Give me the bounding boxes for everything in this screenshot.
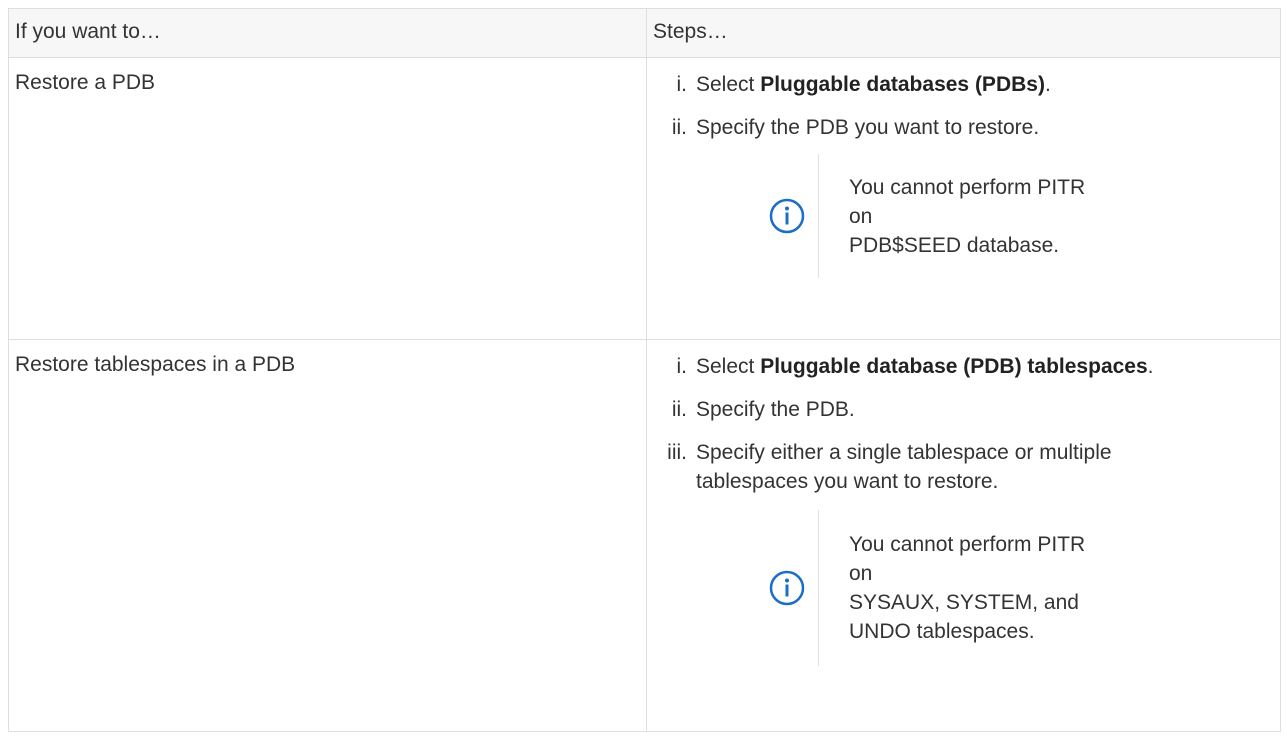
header-goal: If you want to… — [8, 8, 647, 58]
step-item: ii. Specify the PDB. — [647, 395, 1280, 424]
note-admonition: You cannot perform PITR on SYSAUX, SYSTE… — [715, 510, 1280, 666]
goal-cell: Restore tablespaces in a PDB — [8, 339, 647, 732]
option-name: Pluggable databases (PDBs) — [760, 73, 1045, 96]
step-text: Specify either a single tablespace or mu… — [696, 441, 1112, 493]
goal-text: Restore a PDB — [15, 71, 156, 94]
step-number: i. — [676, 73, 688, 96]
restore-options-table: If you want to… Steps… Restore a PDB i. … — [8, 8, 1281, 732]
step-number: ii. — [671, 398, 687, 421]
step-text: Specify the PDB you want to restore. — [696, 116, 1040, 139]
option-name: Pluggable database (PDB) tablespaces — [760, 355, 1148, 378]
goal-cell: Restore a PDB — [8, 57, 647, 340]
steps-cell: i. Select Pluggable database (PDB) table… — [646, 339, 1281, 732]
steps-list: i. Select Pluggable databases (PDBs). ii… — [647, 58, 1280, 142]
step-item: i. Select Pluggable databases (PDBs). — [647, 70, 1280, 99]
step-item: i. Select Pluggable database (PDB) table… — [647, 352, 1280, 381]
info-icon — [769, 198, 804, 234]
table-row: Restore a PDB i. Select Pluggable databa… — [8, 57, 1281, 340]
step-number: iii. — [667, 441, 687, 464]
step-number: i. — [676, 355, 688, 378]
step-item: iii. Specify either a single tablespace … — [647, 438, 1280, 496]
step-item: ii. Specify the PDB you want to restore. — [647, 113, 1280, 142]
step-number: ii. — [671, 116, 687, 139]
steps-list: i. Select Pluggable database (PDB) table… — [647, 340, 1280, 496]
note-admonition: You cannot perform PITR on PDB$SEED data… — [715, 154, 1280, 278]
steps-cell: i. Select Pluggable databases (PDBs). ii… — [646, 57, 1281, 340]
step-text: Select Pluggable databases (PDBs). — [696, 73, 1051, 96]
step-text: Select Pluggable database (PDB) tablespa… — [696, 355, 1154, 378]
note-text: You cannot perform PITR on PDB$SEED data… — [849, 175, 1086, 257]
goal-text: Restore tablespaces in a PDB — [15, 353, 296, 376]
table-row: Restore tablespaces in a PDB i. Select P… — [8, 339, 1281, 732]
note-text: You cannot perform PITR on SYSAUX, SYSTE… — [849, 533, 1086, 643]
step-text: Specify the PDB. — [696, 398, 855, 421]
header-steps: Steps… — [646, 8, 1281, 58]
info-icon — [769, 570, 804, 606]
table-header-row: If you want to… Steps… — [8, 8, 1281, 58]
